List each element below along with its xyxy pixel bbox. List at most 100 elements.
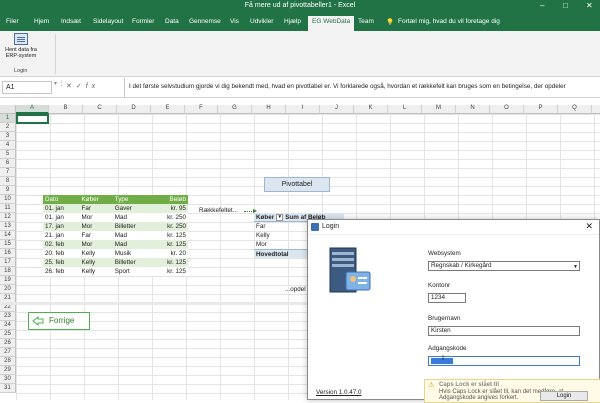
row-header-30[interactable]: 30 — [0, 375, 16, 384]
row-header-5[interactable]: 5 — [0, 150, 16, 159]
table-cell[interactable]: kr. 125 — [152, 258, 188, 267]
table-row[interactable]: 20. feb Kelly Musik kr. 20 — [43, 249, 188, 258]
column-header-r[interactable]: R — [592, 105, 600, 114]
tab-data[interactable]: Data — [165, 18, 179, 25]
column-header-b[interactable]: B — [49, 105, 83, 114]
column-header-j[interactable]: J — [320, 105, 354, 114]
table-cell[interactable]: Mor — [79, 213, 113, 222]
fetch-erp-button[interactable]: Hent data fra ERP-system — [3, 33, 39, 59]
column-header-f[interactable]: F — [185, 105, 218, 114]
maximize-button[interactable]: □ — [563, 1, 568, 10]
row-header-17[interactable]: 17 — [0, 258, 16, 267]
row-header-19[interactable]: 19 — [0, 276, 16, 285]
table-cell[interactable]: Kelly — [79, 249, 113, 258]
table-row[interactable]: 17. jan Mor Billetter kr. 250 — [43, 222, 188, 231]
table-cell[interactable]: 01. jan — [43, 213, 80, 222]
kontonr-field[interactable]: 1234 — [428, 293, 466, 303]
column-header-l[interactable]: L — [388, 105, 422, 114]
table-cell[interactable]: kr. 125 — [152, 231, 188, 240]
table-cell[interactable]: Gaver — [112, 204, 152, 213]
table-cell[interactable]: 26. feb — [43, 267, 80, 276]
password-field[interactable]: I — [428, 355, 580, 366]
column-header-k[interactable]: K — [354, 105, 388, 114]
row-header-11[interactable]: 11 — [0, 204, 16, 213]
row-header-27[interactable]: 27 — [0, 348, 16, 357]
brugernavn-field[interactable]: Kirsten — [428, 326, 580, 336]
column-header-p[interactable]: P — [524, 105, 558, 114]
column-header-g[interactable]: G — [218, 105, 252, 114]
row-header-28[interactable]: 28 — [0, 357, 16, 366]
table-row[interactable]: 02. feb Mor Mad kr. 125 — [43, 240, 188, 249]
table-cell[interactable]: 17. jan — [43, 222, 80, 231]
tab-indsaet[interactable]: Indsæt — [61, 18, 81, 25]
row-header-1[interactable]: 1 — [0, 114, 16, 123]
column-header-a[interactable]: A — [16, 105, 49, 114]
table-cell[interactable]: kr. 125 — [152, 267, 188, 276]
row-header-25[interactable]: 25 — [0, 330, 16, 339]
row-header-7[interactable]: 7 — [0, 168, 16, 177]
tab-team[interactable]: Team — [358, 18, 374, 25]
column-header-h[interactable]: H — [252, 105, 286, 114]
table-cell[interactable]: 20. feb — [43, 249, 80, 258]
row-header-15[interactable]: 15 — [0, 240, 16, 249]
table-cell[interactable]: Kelly — [79, 258, 113, 267]
column-header-o[interactable]: O — [490, 105, 524, 114]
tab-udvikler[interactable]: Udvikler — [250, 18, 273, 25]
table-cell[interactable]: Mad — [112, 240, 152, 249]
row-header-14[interactable]: 14 — [0, 231, 16, 240]
tab-eg-webdata[interactable]: EG WebData — [308, 16, 355, 31]
column-header-i[interactable]: I — [286, 105, 320, 114]
table-row[interactable]: 25. feb Kelly Billetter kr. 125 — [43, 258, 188, 267]
table-cell[interactable]: 21. jan — [43, 231, 80, 240]
tab-hjem[interactable]: Hjem — [34, 18, 49, 25]
column-header-n[interactable]: N — [456, 105, 490, 114]
table-cell[interactable]: kr. 250 — [152, 222, 188, 231]
tab-sidelayout[interactable]: Sidelayout — [93, 18, 123, 25]
row-header-24[interactable]: 24 — [0, 321, 16, 330]
row-header-18[interactable]: 18 — [0, 267, 16, 276]
row-header-31[interactable]: 31 — [0, 384, 16, 393]
table-cell[interactable]: kr. 250 — [152, 213, 188, 222]
row-header-3[interactable]: 3 — [0, 132, 16, 141]
table-cell[interactable]: Billetter — [112, 258, 152, 267]
formula-input[interactable]: I det første selvstudium gjorde vi dig b… — [124, 78, 600, 98]
minimize-button[interactable]: – — [540, 1, 544, 10]
row-header-26[interactable]: 26 — [0, 339, 16, 348]
column-header-d[interactable]: D — [117, 105, 151, 114]
row-header-20[interactable]: 20 — [0, 285, 16, 294]
table-cell[interactable]: kr. 125 — [152, 240, 188, 249]
table-cell[interactable]: Sport — [112, 267, 152, 276]
close-button[interactable]: ✕ — [586, 1, 593, 10]
column-header-e[interactable]: E — [151, 105, 185, 114]
table-cell[interactable]: Far — [79, 231, 113, 240]
websystem-select[interactable]: Regnskab / Kirkegård ▼ — [428, 261, 580, 271]
row-header-12[interactable]: 12 — [0, 213, 16, 222]
version-link[interactable]: Version 1.0.47.0 — [316, 389, 362, 396]
table-row[interactable]: 26. feb Kelly Sport kr. 125 — [43, 267, 188, 276]
table-cell[interactable]: Kelly — [79, 267, 113, 276]
table-cell[interactable]: kr. 20 — [152, 249, 188, 258]
row-header-9[interactable]: 9 — [0, 186, 16, 195]
row-header-6[interactable]: 6 — [0, 159, 16, 168]
forrige-button[interactable]: Forrige — [28, 312, 90, 330]
table-cell[interactable]: 02. feb — [43, 240, 80, 249]
row-header-8[interactable]: 8 — [0, 177, 16, 186]
table-cell[interactable]: 01. jan — [43, 204, 80, 213]
table-cell[interactable]: kr. 95 — [152, 204, 188, 213]
select-all-corner[interactable] — [0, 105, 16, 114]
tell-me-search[interactable]: Fortæl mig, hvad du vil foretage dig — [398, 18, 500, 25]
filter-dropdown-icon[interactable]: ▾ — [276, 213, 284, 221]
table-cell[interactable]: Mad — [112, 213, 152, 222]
column-header-q[interactable]: Q — [558, 105, 592, 114]
table-row[interactable]: 21. jan Far Mad kr. 125 — [43, 231, 188, 240]
row-header-29[interactable]: 29 — [0, 366, 16, 375]
table-cell[interactable]: Mad — [112, 231, 152, 240]
name-box-dropdown-icon[interactable]: ▾ ⋮ — [54, 80, 65, 87]
table-cell[interactable]: Far — [79, 204, 113, 213]
row-header-4[interactable]: 4 — [0, 141, 16, 150]
table-cell[interactable]: Mor — [79, 222, 113, 231]
close-icon[interactable]: ✕ — [585, 221, 593, 232]
table-cell[interactable]: Musik — [112, 249, 152, 258]
table-cell[interactable]: Billetter — [112, 222, 152, 231]
row-header-2[interactable]: 2 — [0, 123, 16, 132]
